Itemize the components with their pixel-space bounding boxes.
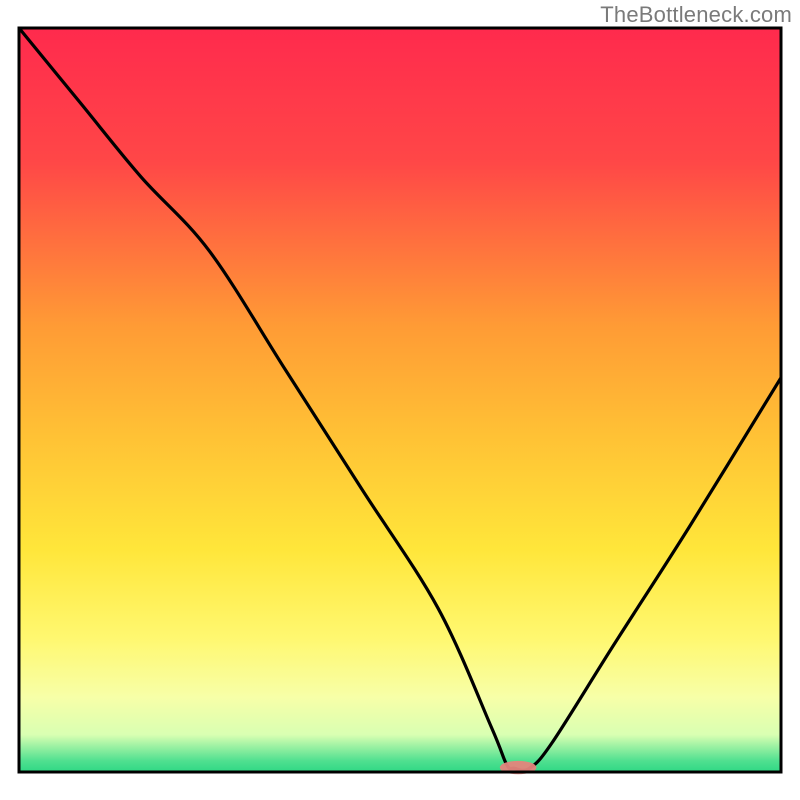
watermark-text: TheBottleneck.com xyxy=(600,2,792,28)
chart-background-gradient xyxy=(19,28,781,772)
chart-container: TheBottleneck.com xyxy=(0,0,800,800)
bottleneck-chart xyxy=(0,0,800,800)
